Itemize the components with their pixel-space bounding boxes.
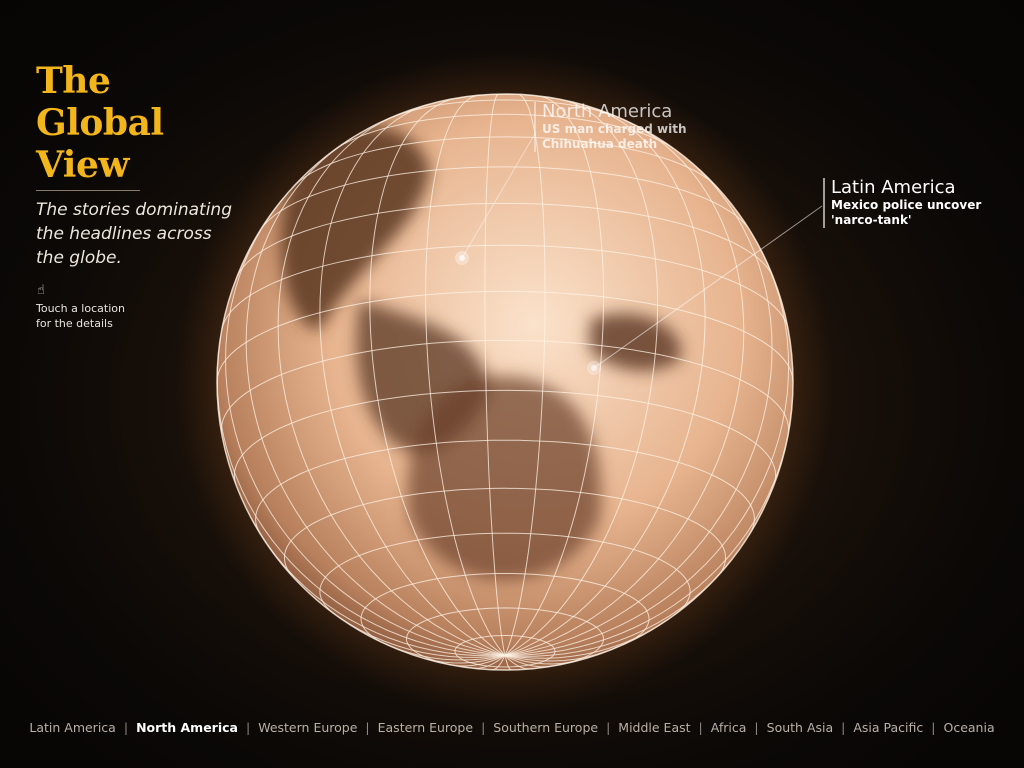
nav-item-middle-east[interactable]: Middle East [618,720,690,735]
callout-region: Latin America [831,177,956,198]
north-america-callout[interactable]: North America US man charged with Chihua… [534,102,687,152]
nav-separator: | [698,719,703,735]
nav-separator: | [245,719,251,735]
nav-item-north-america[interactable]: North America [136,720,238,735]
nav-separator: | [365,719,370,735]
nav-item-western-europe[interactable]: Western Europe [258,720,357,735]
nav-separator: | [481,719,486,735]
callout-headline[interactable]: US man charged with Chihuahua death [542,122,687,152]
callout-headline[interactable]: Mexico police uncover 'narco-tank' [831,198,981,228]
nav-separator: | [754,719,759,735]
north-america-marker-dot[interactable] [459,255,465,261]
region-nav: Latin America | North America | Western Euro… [0,716,1024,738]
nav-item-africa[interactable]: Africa [711,720,747,735]
nav-item-eastern-europe[interactable]: Eastern Europe [378,720,473,735]
callout-region: North America [542,101,673,122]
nav-item-oceania[interactable]: Oceania [943,720,994,735]
nav-separator: | [123,719,129,735]
globe[interactable] [0,0,1024,768]
nav-separator: | [931,719,936,735]
latin-america-callout[interactable]: Latin America Mexico police uncover 'nar… [823,178,981,228]
nav-item-south-asia[interactable]: South Asia [767,720,834,735]
nav-separator: | [606,719,611,735]
nav-item-latin-america[interactable]: Latin America [29,720,115,735]
nav-item-southern-europe[interactable]: Southern Europe [493,720,598,735]
nav-item-asia-pacific[interactable]: Asia Pacific [853,720,923,735]
nav-separator: | [841,719,846,735]
latin-america-marker-dot[interactable] [591,365,597,371]
